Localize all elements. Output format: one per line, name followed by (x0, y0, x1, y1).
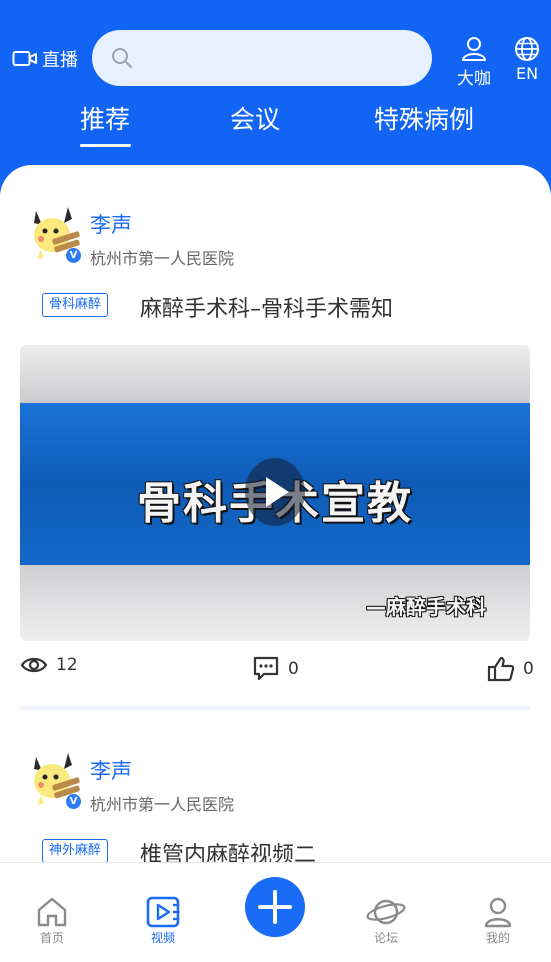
feed-list[interactable]: 李声 V 杭州市第一人民医院 骨科麻醉 麻醉手术科–骨科手术需知 —麻醉手术科 … (0, 165, 551, 863)
tab-meetings[interactable]: 会议 (230, 100, 280, 136)
comments-count: 0 (288, 659, 299, 679)
nav-home[interactable]: 首页 (22, 895, 82, 946)
language-label: EN (515, 64, 539, 83)
comment-icon (253, 656, 279, 681)
bottom-navigation: 首页 视频 论坛 我的 (0, 862, 551, 962)
video-subcaption: —麻醉手术科 (366, 595, 486, 619)
search-icon (112, 48, 132, 68)
play-icon[interactable] (245, 457, 305, 527)
search-input[interactable] (92, 30, 432, 86)
eye-icon (20, 657, 48, 673)
person-icon (462, 37, 486, 61)
verified-badge: V (66, 248, 81, 263)
comments-stat[interactable]: 0 (252, 655, 299, 683)
verified-badge: V (66, 794, 81, 809)
live-button[interactable]: 直播 (12, 46, 78, 72)
thumbs-up-icon (487, 656, 515, 682)
likes-count: 0 (523, 659, 534, 679)
planet-icon (366, 899, 406, 925)
post-title[interactable]: 椎管内麻醉视频二 (140, 837, 316, 863)
category-tag[interactable]: 神外麻醉 (42, 839, 109, 863)
live-label: 直播 (42, 50, 78, 71)
globe-icon (515, 37, 539, 61)
nav-home-label: 首页 (39, 931, 64, 945)
experts-label: 大咖 (457, 69, 491, 89)
video-thumbnail[interactable]: 骨科手术宣教 —麻醉手术科 (20, 345, 530, 641)
category-tag[interactable]: 骨科麻醉 (42, 293, 109, 317)
author-hospital: 杭州市第一人民医院 (90, 249, 235, 268)
language-button[interactable]: EN (512, 36, 542, 83)
user-icon (484, 897, 512, 928)
views-stat: 12 (20, 655, 78, 675)
video-icon (146, 896, 180, 928)
nav-profile[interactable]: 我的 (468, 895, 528, 946)
top-header: 直播 大咖 EN 推荐 会议 特殊病例 (0, 0, 551, 190)
nav-forum-label: 论坛 (373, 931, 398, 945)
nav-profile-label: 我的 (485, 931, 510, 945)
plus-icon (258, 890, 292, 924)
home-icon (37, 897, 67, 927)
views-count: 12 (56, 655, 78, 675)
card-divider (20, 706, 531, 710)
tab-special-cases[interactable]: 特殊病例 (374, 100, 474, 136)
nav-video[interactable]: 视频 (133, 895, 193, 946)
likes-stat[interactable]: 0 (487, 655, 534, 683)
post-title[interactable]: 麻醉手术科–骨科手术需知 (140, 291, 393, 323)
author-name[interactable]: 李声 (90, 209, 132, 239)
nav-video-label: 视频 (150, 931, 175, 945)
active-tab-indicator (80, 144, 131, 147)
video-camera-icon (12, 51, 37, 66)
author-name[interactable]: 李声 (90, 755, 132, 785)
author-hospital: 杭州市第一人民医院 (90, 795, 235, 814)
experts-button[interactable]: 大咖 (456, 36, 492, 89)
post-stats: 12 0 0 (0, 655, 551, 685)
nav-forum[interactable]: 论坛 (356, 895, 416, 946)
tab-recommend[interactable]: 推荐 (80, 100, 130, 136)
create-post-button[interactable] (245, 877, 305, 937)
category-tabs: 推荐 会议 特殊病例 (0, 100, 551, 150)
